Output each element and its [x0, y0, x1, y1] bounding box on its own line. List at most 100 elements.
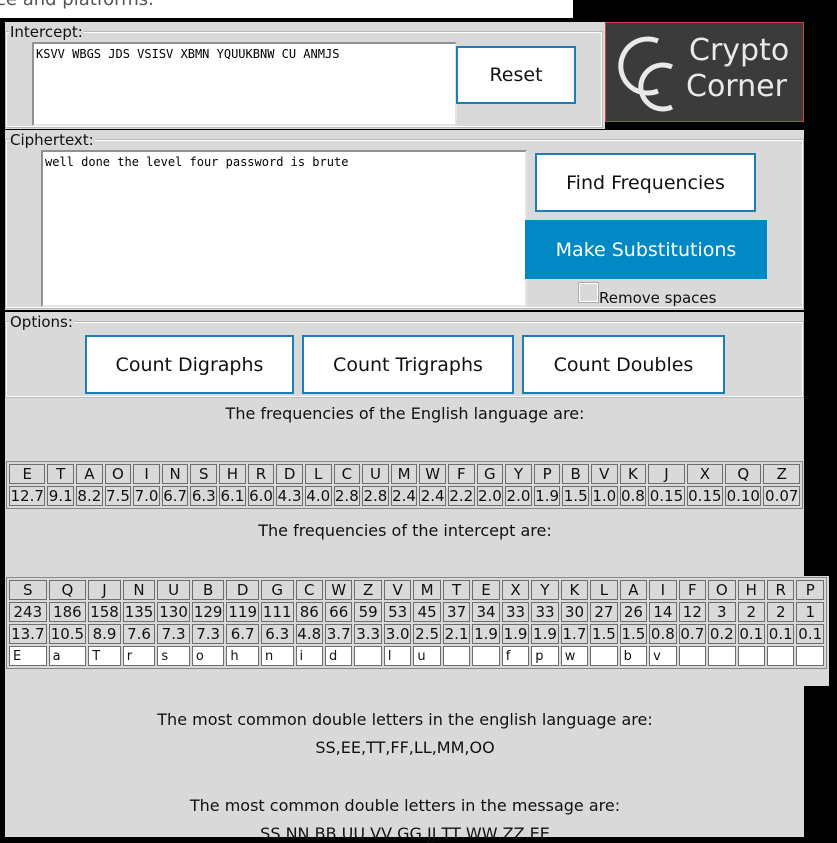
english-letter-cell: C: [333, 464, 361, 484]
english-letter-cell: Y: [505, 464, 532, 484]
intercept-count-cell: 12: [678, 602, 707, 622]
substitution-input[interactable]: i: [295, 646, 323, 666]
intercept-letter-cell: D: [226, 580, 259, 600]
message-doubles-heading: The most common double letters in the me…: [189, 796, 621, 815]
substitution-input[interactable]: n: [260, 646, 294, 666]
substitution-input[interactable]: b: [619, 646, 648, 666]
substitution-input[interactable]: h: [226, 646, 259, 666]
intercept-letter-cell: A: [619, 580, 648, 600]
ciphertext-legend: Ciphertext:: [9, 131, 95, 149]
make-substitutions-button[interactable]: Make Substitutions: [525, 220, 767, 279]
substitution-input[interactable]: [708, 646, 736, 666]
cc-logo-icon: [618, 36, 674, 112]
intercept-percent-cell: 2.5: [413, 624, 441, 644]
intercept-percent-cell: 1.9: [531, 624, 559, 644]
english-frequencies-heading: The frequencies of the English language …: [225, 404, 585, 423]
intercept-letter-cell: F: [678, 580, 707, 600]
intercept-percent-cell: 1.9: [472, 624, 500, 644]
substitution-input[interactable]: E: [9, 646, 47, 666]
english-letter-cell: R: [247, 464, 275, 484]
intercept-letter-cell: Y: [531, 580, 559, 600]
intercept-legend: Intercept:: [9, 23, 84, 41]
english-letter-cell: A: [76, 464, 103, 484]
reset-button[interactable]: Reset: [456, 46, 576, 104]
intercept-percent-cell: 0.1: [796, 624, 824, 644]
intercept-count-cell: 45: [413, 602, 441, 622]
intercept-letter-cell: E: [472, 580, 500, 600]
intercept-percent-cell: 0.1: [737, 624, 765, 644]
english-letter-cell: Q: [725, 464, 762, 484]
english-letter-cell: M: [390, 464, 418, 484]
substitution-input[interactable]: f: [501, 646, 530, 666]
substitution-input[interactable]: T: [88, 646, 121, 666]
remove-spaces-checkbox[interactable]: [578, 282, 599, 303]
intercept-count-cell: 186: [48, 602, 87, 622]
count-doubles-button[interactable]: Count Doubles: [522, 335, 725, 394]
intercept-count-cell: 86: [295, 602, 323, 622]
intercept-count-cell: 66: [324, 602, 353, 622]
english-letter-cell: W: [419, 464, 446, 484]
english-doubles-list: SS,EE,TT,FF,LL,MM,OO: [315, 738, 495, 757]
substitution-input[interactable]: u: [413, 646, 441, 666]
substitution-input[interactable]: d: [324, 646, 353, 666]
english-value-cell: 7.5: [104, 486, 132, 506]
substitution-input[interactable]: o: [191, 646, 225, 666]
english-letter-cell: I: [133, 464, 160, 484]
intercept-letter-cell: Z: [354, 580, 382, 600]
english-value-cell: 0.15: [686, 486, 724, 506]
english-letter-cell: T: [47, 464, 75, 484]
intercept-percent-cell: 8.9: [88, 624, 121, 644]
intercept-frequency-table: SQJNUBDGCWZVMTEXYKLAIFOHRP 243 186 158 135 1…: [6, 577, 827, 669]
substitution-input[interactable]: s: [157, 646, 190, 666]
english-value-cell: 1.5: [562, 486, 589, 506]
find-frequencies-button[interactable]: Find Frequencies: [535, 153, 756, 212]
count-digraphs-button[interactable]: Count Digraphs: [85, 335, 294, 394]
intercept-percent-cell: 7.3: [191, 624, 225, 644]
substitution-input[interactable]: v: [649, 646, 677, 666]
intercept-count-cell: 33: [501, 602, 530, 622]
english-value-cell: 6.7: [161, 486, 189, 506]
options-legend: Options:: [9, 313, 74, 331]
english-value-cell: 0.8: [619, 486, 647, 506]
intercept-count-cell: 3: [708, 602, 736, 622]
substitution-input[interactable]: w: [560, 646, 589, 666]
english-letter-cell: J: [648, 464, 685, 484]
count-trigraphs-button[interactable]: Count Trigraphs: [302, 335, 514, 394]
substitution-input[interactable]: [796, 646, 824, 666]
english-value-cell: 7.0: [133, 486, 160, 506]
intercept-input[interactable]: KSVV WBGS JDS VSISV XBMN YQUUKBNW CU ANM…: [32, 42, 457, 126]
english-letter-cell: U: [362, 464, 389, 484]
intercept-panel: Intercept: KSVV WBGS JDS VSISV XBMN YQUU…: [5, 22, 605, 129]
english-value-cell: 1.0: [591, 486, 618, 506]
substitution-input[interactable]: l: [383, 646, 412, 666]
substitution-input[interactable]: [590, 646, 618, 666]
intercept-letter-cell: X: [501, 580, 530, 600]
intercept-frequencies-heading: The frequencies of the intercept are:: [258, 521, 552, 540]
ciphertext-output[interactable]: well done the level four password is bru…: [41, 150, 527, 307]
intercept-percent-cell: 1.5: [590, 624, 618, 644]
intercept-count-cell: 33: [531, 602, 559, 622]
substitution-input[interactable]: [354, 646, 382, 666]
english-value-cell: 0.10: [725, 486, 762, 506]
substitution-input[interactable]: [442, 646, 471, 666]
intercept-count-cell: 135: [122, 602, 156, 622]
english-letter-cell: N: [161, 464, 189, 484]
substitution-input[interactable]: a: [48, 646, 87, 666]
substitution-input[interactable]: p: [531, 646, 559, 666]
english-frequency-table: ETAOINSHRDLCUMWFGYPBVKJXQZ 12.7 9.1 8.2 7.5…: [6, 461, 803, 509]
substitution-input[interactable]: [472, 646, 500, 666]
intercept-letter-cell: J: [88, 580, 121, 600]
english-value-cell: 0.07: [763, 486, 800, 506]
substitution-input[interactable]: [737, 646, 765, 666]
options-panel: Options: Count Digraphs Count Trigraphs …: [5, 312, 804, 399]
english-doubles-heading: The most common double letters in the en…: [157, 710, 653, 729]
substitution-input[interactable]: [678, 646, 707, 666]
intercept-count-cell: 111: [260, 602, 294, 622]
intercept-percent-cell: 7.3: [157, 624, 190, 644]
english-letter-cell: V: [591, 464, 618, 484]
intercept-percent-cell: 1.5: [619, 624, 648, 644]
substitution-input[interactable]: r: [122, 646, 156, 666]
intercept-letter-cell: V: [383, 580, 412, 600]
substitution-input[interactable]: [767, 646, 795, 666]
english-letter-cell: S: [190, 464, 218, 484]
